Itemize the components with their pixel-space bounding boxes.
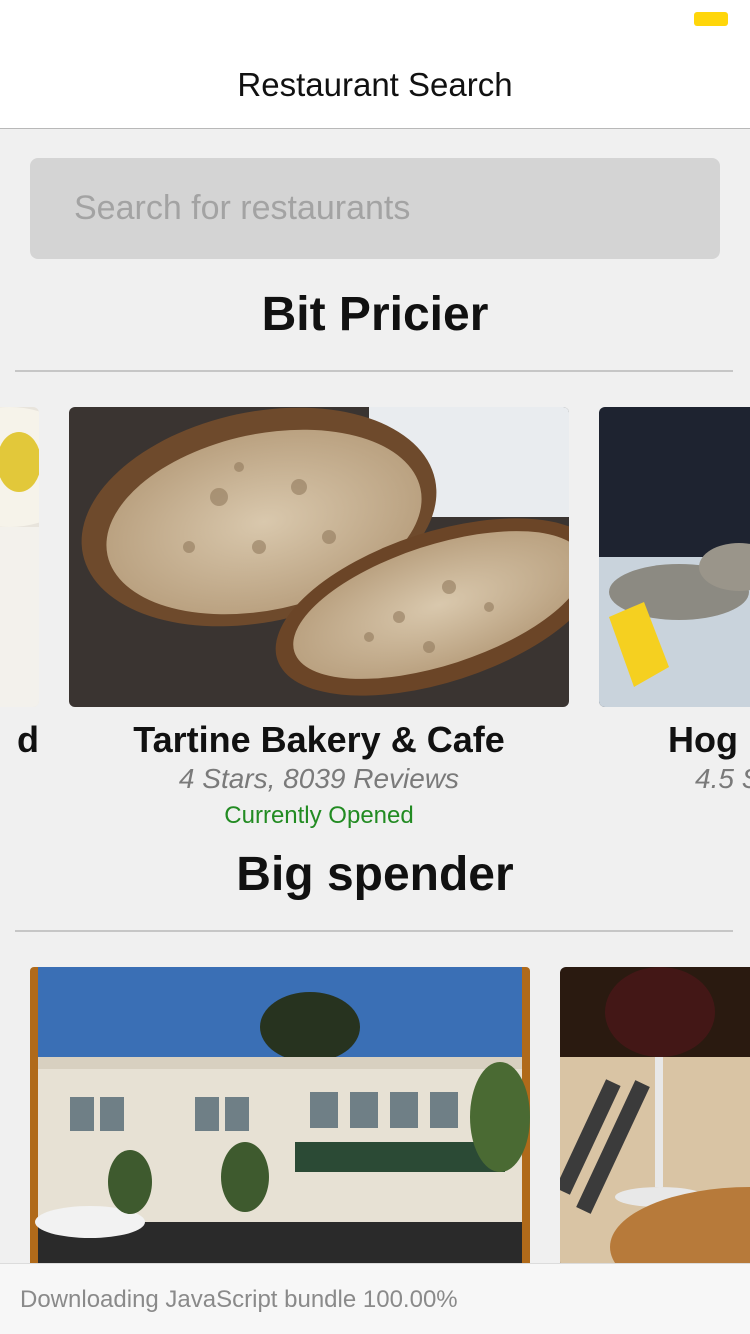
wine-dinner-photo — [560, 967, 750, 1263]
section-divider — [15, 370, 733, 372]
status-bar — [0, 0, 750, 40]
restaurant-rating: 4.5 S — [695, 763, 750, 794]
navigation-bar: Restaurant Search — [0, 40, 750, 129]
restaurant-row-bit-pricier[interactable]: d Tartine Bakery & Cafe 4 Stars, 8039 Re… — [0, 407, 750, 837]
restaurant-rating: 4 Stars, 8039 Reviews — [178, 763, 460, 794]
oysters-photo — [599, 407, 750, 707]
battery-icon — [694, 12, 728, 26]
storefront-photo — [30, 967, 530, 1263]
bundle-download-status: Downloading JavaScript bundle 100.00% — [0, 1263, 750, 1334]
restaurant-name: d — [17, 719, 39, 760]
page-title: Restaurant Search — [237, 66, 513, 103]
section-title-big-spender: Big spender — [236, 848, 514, 901]
open-status-label: Currently Opened — [224, 802, 414, 829]
section-title-bit-pricier: Bit Pricier — [261, 288, 489, 341]
section-divider — [15, 930, 733, 932]
search-input[interactable] — [30, 158, 720, 259]
restaurant-name: Tartine Bakery & Cafe — [133, 719, 505, 760]
bread-photo — [69, 407, 569, 707]
restaurant-row-big-spender[interactable] — [0, 967, 750, 1263]
food-photo-plate — [0, 407, 39, 707]
restaurant-name: Hog I — [668, 719, 750, 760]
